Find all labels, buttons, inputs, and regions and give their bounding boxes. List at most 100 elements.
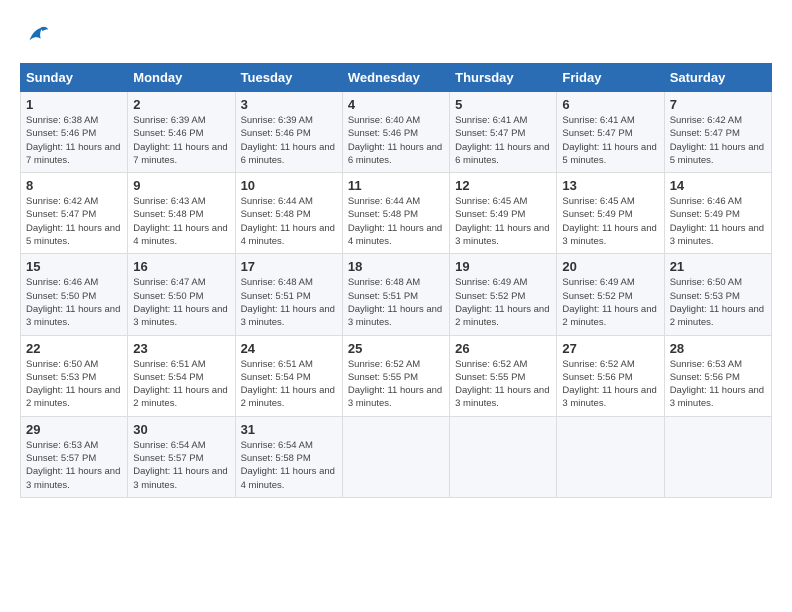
calendar-cell: 20 Sunrise: 6:49 AM Sunset: 5:52 PM Dayl… — [557, 254, 664, 335]
calendar-cell: 17 Sunrise: 6:48 AM Sunset: 5:51 PM Dayl… — [235, 254, 342, 335]
calendar-cell: 7 Sunrise: 6:42 AM Sunset: 5:47 PM Dayli… — [664, 92, 771, 173]
day-number: 20 — [562, 259, 658, 274]
calendar-cell: 26 Sunrise: 6:52 AM Sunset: 5:55 PM Dayl… — [450, 335, 557, 416]
day-info: Sunrise: 6:45 AM Sunset: 5:49 PM Dayligh… — [562, 195, 658, 248]
weekday-header-row: SundayMondayTuesdayWednesdayThursdayFrid… — [21, 64, 772, 92]
day-info: Sunrise: 6:54 AM Sunset: 5:57 PM Dayligh… — [133, 439, 229, 492]
day-number: 3 — [241, 97, 337, 112]
day-info: Sunrise: 6:53 AM Sunset: 5:57 PM Dayligh… — [26, 439, 122, 492]
day-number: 25 — [348, 341, 444, 356]
day-info: Sunrise: 6:45 AM Sunset: 5:49 PM Dayligh… — [455, 195, 551, 248]
day-number: 9 — [133, 178, 229, 193]
calendar-cell — [342, 416, 449, 497]
weekday-header-sunday: Sunday — [21, 64, 128, 92]
calendar-cell: 5 Sunrise: 6:41 AM Sunset: 5:47 PM Dayli… — [450, 92, 557, 173]
day-info: Sunrise: 6:40 AM Sunset: 5:46 PM Dayligh… — [348, 114, 444, 167]
day-number: 29 — [26, 422, 122, 437]
weekday-header-friday: Friday — [557, 64, 664, 92]
calendar-cell: 18 Sunrise: 6:48 AM Sunset: 5:51 PM Dayl… — [342, 254, 449, 335]
day-info: Sunrise: 6:51 AM Sunset: 5:54 PM Dayligh… — [133, 358, 229, 411]
day-info: Sunrise: 6:52 AM Sunset: 5:55 PM Dayligh… — [455, 358, 551, 411]
calendar-cell: 27 Sunrise: 6:52 AM Sunset: 5:56 PM Dayl… — [557, 335, 664, 416]
weekday-header-tuesday: Tuesday — [235, 64, 342, 92]
day-number: 13 — [562, 178, 658, 193]
weekday-header-wednesday: Wednesday — [342, 64, 449, 92]
day-info: Sunrise: 6:42 AM Sunset: 5:47 PM Dayligh… — [26, 195, 122, 248]
day-number: 1 — [26, 97, 122, 112]
day-number: 30 — [133, 422, 229, 437]
day-info: Sunrise: 6:52 AM Sunset: 5:55 PM Dayligh… — [348, 358, 444, 411]
calendar-cell — [557, 416, 664, 497]
day-info: Sunrise: 6:53 AM Sunset: 5:56 PM Dayligh… — [670, 358, 766, 411]
header — [20, 20, 772, 53]
calendar-cell: 15 Sunrise: 6:46 AM Sunset: 5:50 PM Dayl… — [21, 254, 128, 335]
calendar-cell: 23 Sunrise: 6:51 AM Sunset: 5:54 PM Dayl… — [128, 335, 235, 416]
day-number: 23 — [133, 341, 229, 356]
day-number: 8 — [26, 178, 122, 193]
calendar-table: SundayMondayTuesdayWednesdayThursdayFrid… — [20, 63, 772, 498]
day-number: 19 — [455, 259, 551, 274]
day-info: Sunrise: 6:46 AM Sunset: 5:50 PM Dayligh… — [26, 276, 122, 329]
calendar-cell — [664, 416, 771, 497]
day-number: 17 — [241, 259, 337, 274]
calendar-cell: 12 Sunrise: 6:45 AM Sunset: 5:49 PM Dayl… — [450, 173, 557, 254]
calendar-week-row: 29 Sunrise: 6:53 AM Sunset: 5:57 PM Dayl… — [21, 416, 772, 497]
day-number: 15 — [26, 259, 122, 274]
day-info: Sunrise: 6:49 AM Sunset: 5:52 PM Dayligh… — [562, 276, 658, 329]
calendar-cell: 28 Sunrise: 6:53 AM Sunset: 5:56 PM Dayl… — [664, 335, 771, 416]
calendar-cell: 19 Sunrise: 6:49 AM Sunset: 5:52 PM Dayl… — [450, 254, 557, 335]
calendar-week-row: 15 Sunrise: 6:46 AM Sunset: 5:50 PM Dayl… — [21, 254, 772, 335]
day-number: 12 — [455, 178, 551, 193]
calendar-week-row: 22 Sunrise: 6:50 AM Sunset: 5:53 PM Dayl… — [21, 335, 772, 416]
calendar-cell: 13 Sunrise: 6:45 AM Sunset: 5:49 PM Dayl… — [557, 173, 664, 254]
day-info: Sunrise: 6:54 AM Sunset: 5:58 PM Dayligh… — [241, 439, 337, 492]
weekday-header-monday: Monday — [128, 64, 235, 92]
day-number: 26 — [455, 341, 551, 356]
day-number: 2 — [133, 97, 229, 112]
calendar-cell: 2 Sunrise: 6:39 AM Sunset: 5:46 PM Dayli… — [128, 92, 235, 173]
calendar-cell: 1 Sunrise: 6:38 AM Sunset: 5:46 PM Dayli… — [21, 92, 128, 173]
calendar-cell: 6 Sunrise: 6:41 AM Sunset: 5:47 PM Dayli… — [557, 92, 664, 173]
day-info: Sunrise: 6:47 AM Sunset: 5:50 PM Dayligh… — [133, 276, 229, 329]
logo — [20, 20, 50, 53]
day-info: Sunrise: 6:52 AM Sunset: 5:56 PM Dayligh… — [562, 358, 658, 411]
calendar-cell: 3 Sunrise: 6:39 AM Sunset: 5:46 PM Dayli… — [235, 92, 342, 173]
day-info: Sunrise: 6:48 AM Sunset: 5:51 PM Dayligh… — [348, 276, 444, 329]
calendar-cell: 14 Sunrise: 6:46 AM Sunset: 5:49 PM Dayl… — [664, 173, 771, 254]
day-info: Sunrise: 6:49 AM Sunset: 5:52 PM Dayligh… — [455, 276, 551, 329]
calendar-cell: 10 Sunrise: 6:44 AM Sunset: 5:48 PM Dayl… — [235, 173, 342, 254]
calendar-cell: 8 Sunrise: 6:42 AM Sunset: 5:47 PM Dayli… — [21, 173, 128, 254]
calendar-cell: 31 Sunrise: 6:54 AM Sunset: 5:58 PM Dayl… — [235, 416, 342, 497]
day-info: Sunrise: 6:51 AM Sunset: 5:54 PM Dayligh… — [241, 358, 337, 411]
day-info: Sunrise: 6:41 AM Sunset: 5:47 PM Dayligh… — [455, 114, 551, 167]
calendar-week-row: 8 Sunrise: 6:42 AM Sunset: 5:47 PM Dayli… — [21, 173, 772, 254]
calendar-cell: 29 Sunrise: 6:53 AM Sunset: 5:57 PM Dayl… — [21, 416, 128, 497]
day-info: Sunrise: 6:41 AM Sunset: 5:47 PM Dayligh… — [562, 114, 658, 167]
day-number: 5 — [455, 97, 551, 112]
logo-bird-icon — [22, 20, 50, 48]
day-info: Sunrise: 6:39 AM Sunset: 5:46 PM Dayligh… — [241, 114, 337, 167]
weekday-header-thursday: Thursday — [450, 64, 557, 92]
calendar-cell — [450, 416, 557, 497]
day-number: 4 — [348, 97, 444, 112]
calendar-cell: 30 Sunrise: 6:54 AM Sunset: 5:57 PM Dayl… — [128, 416, 235, 497]
calendar-cell: 25 Sunrise: 6:52 AM Sunset: 5:55 PM Dayl… — [342, 335, 449, 416]
day-info: Sunrise: 6:42 AM Sunset: 5:47 PM Dayligh… — [670, 114, 766, 167]
day-info: Sunrise: 6:50 AM Sunset: 5:53 PM Dayligh… — [26, 358, 122, 411]
day-number: 27 — [562, 341, 658, 356]
day-info: Sunrise: 6:44 AM Sunset: 5:48 PM Dayligh… — [241, 195, 337, 248]
day-info: Sunrise: 6:39 AM Sunset: 5:46 PM Dayligh… — [133, 114, 229, 167]
day-number: 31 — [241, 422, 337, 437]
day-number: 21 — [670, 259, 766, 274]
day-number: 11 — [348, 178, 444, 193]
day-info: Sunrise: 6:46 AM Sunset: 5:49 PM Dayligh… — [670, 195, 766, 248]
day-number: 28 — [670, 341, 766, 356]
day-info: Sunrise: 6:38 AM Sunset: 5:46 PM Dayligh… — [26, 114, 122, 167]
calendar-cell: 9 Sunrise: 6:43 AM Sunset: 5:48 PM Dayli… — [128, 173, 235, 254]
calendar-cell: 21 Sunrise: 6:50 AM Sunset: 5:53 PM Dayl… — [664, 254, 771, 335]
day-info: Sunrise: 6:50 AM Sunset: 5:53 PM Dayligh… — [670, 276, 766, 329]
calendar-cell: 24 Sunrise: 6:51 AM Sunset: 5:54 PM Dayl… — [235, 335, 342, 416]
day-number: 6 — [562, 97, 658, 112]
day-number: 22 — [26, 341, 122, 356]
calendar-cell: 22 Sunrise: 6:50 AM Sunset: 5:53 PM Dayl… — [21, 335, 128, 416]
